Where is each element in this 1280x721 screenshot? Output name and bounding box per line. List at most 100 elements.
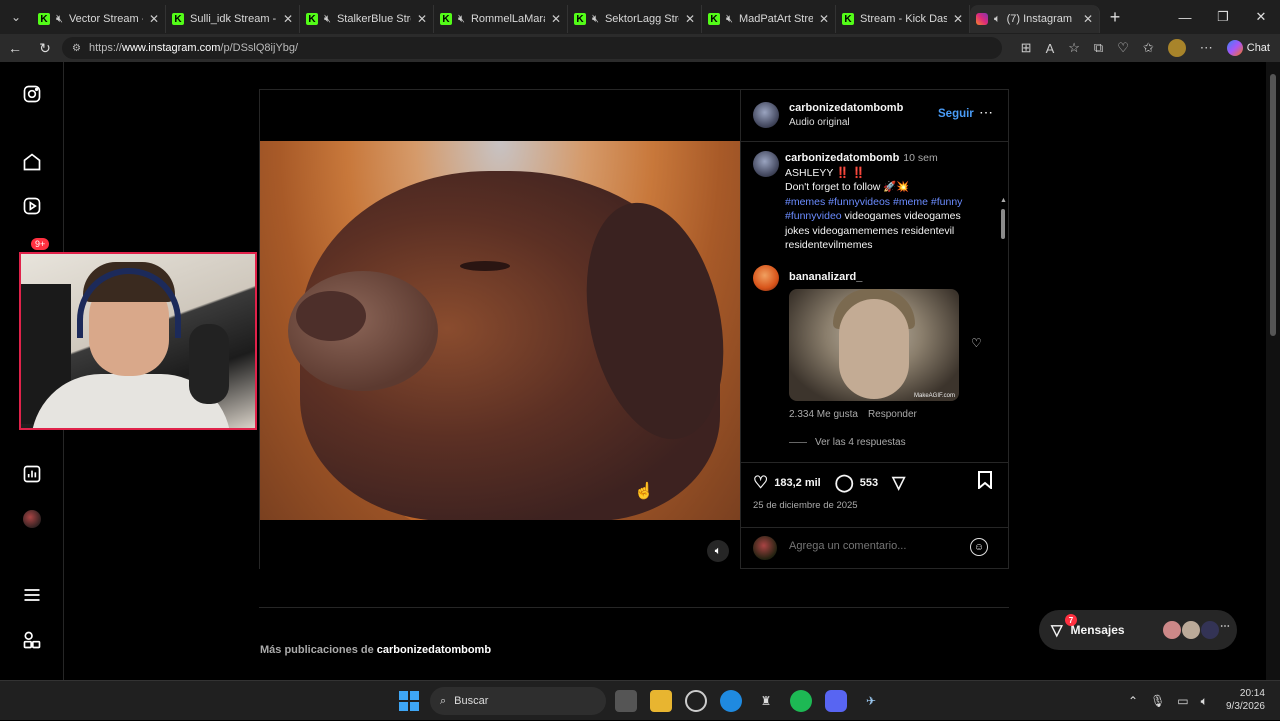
tab-sulli-stream[interactable]: K Sulli_idk Stream - W ✕ <box>166 5 300 33</box>
commenter-avatar[interactable] <box>753 265 779 291</box>
close-icon[interactable]: ✕ <box>685 12 695 26</box>
share-icon[interactable]: ▽ <box>892 473 905 493</box>
messages-button[interactable]: ▽ 7 Mensajes ⋯ <box>1039 610 1237 650</box>
close-window-icon[interactable]: ✕ <box>1242 0 1280 34</box>
spotify-icon[interactable] <box>790 690 812 712</box>
emoji-icon[interactable]: ☺ <box>970 538 988 556</box>
dashboard-icon[interactable] <box>20 462 44 486</box>
task-view-icon[interactable] <box>615 690 637 712</box>
comment-like-icon[interactable]: ♡ <box>971 336 982 350</box>
also-from-meta-icon[interactable] <box>20 628 44 652</box>
read-aloud-icon[interactable]: A <box>1046 41 1055 56</box>
close-icon[interactable]: ✕ <box>953 12 963 26</box>
close-icon[interactable]: ✕ <box>1083 12 1093 26</box>
instagram-logo-icon[interactable] <box>20 82 44 106</box>
tab-kick-dashboard[interactable]: K Stream - Kick Dashb ✕ <box>836 5 970 33</box>
more-options-icon[interactable]: ⋯ <box>1200 40 1213 56</box>
copilot-chat-button[interactable]: Chat <box>1226 40 1270 56</box>
profile-avatar <box>23 510 41 528</box>
network-icon[interactable]: ▭ <box>1177 694 1188 708</box>
tab-vector-stream[interactable]: K 🔇︎ Vector Stream - ✕ <box>32 5 166 33</box>
comment-username[interactable]: bananalizard_ <box>789 271 862 283</box>
reels-icon[interactable] <box>20 194 44 218</box>
muted-icon[interactable]: 🔇︎ <box>56 13 63 26</box>
site-info-icon[interactable]: ⚙ <box>72 43 81 54</box>
tab-actions-menu[interactable]: ⌄ <box>0 0 32 34</box>
tab-title: StalkerBlue Strea <box>336 13 411 25</box>
taskbar-search[interactable]: ⌕ Buscar <box>430 687 606 715</box>
audio-label[interactable]: Audio original <box>789 117 850 128</box>
url-path: /p/DSslQ8ijYbg/ <box>220 42 299 54</box>
author-username[interactable]: carbonizedatombomb <box>789 102 903 114</box>
refresh-icon[interactable]: ↻ <box>30 40 60 57</box>
edge-icon[interactable] <box>720 690 742 712</box>
taskbar-clock[interactable]: 20:14 9/3/2026 <box>1226 687 1265 713</box>
close-icon[interactable]: ✕ <box>551 12 561 26</box>
follow-button[interactable]: Seguir <box>938 108 974 120</box>
close-icon[interactable]: ✕ <box>283 12 293 26</box>
app-available-icon[interactable]: ⊞ <box>1021 40 1032 56</box>
like-count[interactable]: 183,2 mil <box>774 477 820 489</box>
kick-icon: K <box>440 13 452 25</box>
muted-icon[interactable]: 🔇︎ <box>592 13 599 26</box>
profile-avatar[interactable] <box>1167 39 1186 57</box>
menu-icon[interactable] <box>20 583 44 607</box>
discord-icon[interactable] <box>825 690 847 712</box>
favorite-star-icon[interactable]: ☆ <box>1068 40 1080 56</box>
scroll-up-icon[interactable]: ▲ <box>1000 197 1007 204</box>
tab-madpatart-stream[interactable]: K 🔇︎ MadPatArt Strea ✕ <box>702 5 836 33</box>
reply-button[interactable]: Responder <box>868 409 917 420</box>
url-host: www.instagram.com <box>122 42 221 54</box>
page-scroll-thumb[interactable] <box>1270 74 1276 336</box>
new-tab-button[interactable]: + <box>1100 7 1130 28</box>
more-posts-user[interactable]: carbonizedatombomb <box>377 644 491 656</box>
comments-scrollbar[interactable]: ▲ ▼ <box>1000 197 1007 461</box>
favorites-icon[interactable]: ✩ <box>1143 40 1154 56</box>
browser-essentials-icon[interactable]: ♡ <box>1117 40 1129 56</box>
tab-sektorlagg-stream[interactable]: K 🔇︎ SektorLagg Strea ✕ <box>568 5 702 33</box>
caption-username[interactable]: carbonizedatombomb <box>785 152 899 164</box>
app-icon[interactable]: ♜ <box>755 690 777 712</box>
comment-input[interactable] <box>789 540 959 552</box>
muted-icon[interactable]: 🔇︎ <box>324 13 331 26</box>
comment-icon[interactable]: ◯ <box>835 473 854 493</box>
heart-icon[interactable]: ♡ <box>753 473 768 493</box>
scroll-thumb[interactable] <box>1001 209 1005 239</box>
view-replies[interactable]: Ver las 4 respuestas <box>789 437 906 448</box>
muted-icon[interactable]: 🔇︎ <box>726 13 733 26</box>
close-icon[interactable]: ✕ <box>149 12 159 26</box>
microphone-icon[interactable]: 🎙︎ <box>1150 694 1165 708</box>
tab-instagram[interactable]: 🔈︎ (7) Instagram ✕ <box>970 5 1100 33</box>
caption-avatar[interactable] <box>753 151 779 177</box>
comment-likes[interactable]: 2.334 Me gusta <box>789 409 858 420</box>
back-icon[interactable]: ← <box>0 40 30 56</box>
kick-icon: K <box>172 13 184 25</box>
extensions-icon[interactable]: ⧉ <box>1094 40 1103 56</box>
steam-icon[interactable]: ✈ <box>860 690 882 712</box>
tab-stalkerblue-stream[interactable]: K 🔇︎ StalkerBlue Strea ✕ <box>300 5 434 33</box>
restore-icon[interactable]: ❐ <box>1204 0 1242 34</box>
more-options-icon[interactable]: ⋯ <box>979 104 993 121</box>
close-icon[interactable]: ✕ <box>819 12 829 26</box>
avatar <box>1163 621 1181 639</box>
close-icon[interactable]: ✕ <box>417 12 427 26</box>
muted-icon[interactable]: 🔇︎ <box>458 13 465 26</box>
file-explorer-icon[interactable] <box>650 690 672 712</box>
page-scrollbar[interactable] <box>1266 62 1280 680</box>
home-icon[interactable] <box>20 150 44 174</box>
gif-face <box>839 299 909 399</box>
profile-nav-icon[interactable] <box>20 507 44 531</box>
minimize-icon[interactable]: — <box>1166 0 1204 34</box>
tab-title: RommelLaMara <box>470 13 545 25</box>
chevron-up-icon[interactable]: ⌃ <box>1128 694 1138 708</box>
obs-icon[interactable] <box>685 690 707 712</box>
windows-start-icon[interactable] <box>399 691 419 711</box>
bookmark-icon[interactable] <box>977 471 993 494</box>
speaker-icon[interactable]: 🔈︎ <box>994 13 1001 26</box>
author-avatar[interactable] <box>753 102 779 128</box>
audio-toggle-icon[interactable]: 🔈︎ <box>707 540 729 562</box>
volume-icon[interactable]: 🔈︎ <box>1201 694 1208 709</box>
tab-rommel-stream[interactable]: K 🔇︎ RommelLaMara ✕ <box>434 5 568 33</box>
reel-video[interactable]: ☝ <box>260 141 740 520</box>
url-field[interactable]: ⚙ https://www.instagram.com/p/DSslQ8ijYb… <box>62 37 1002 59</box>
